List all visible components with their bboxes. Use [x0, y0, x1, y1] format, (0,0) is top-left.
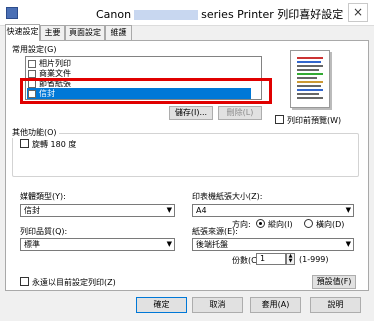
common-settings-label: 常用設定(G) [12, 45, 57, 54]
landscape-radio[interactable] [304, 219, 313, 228]
tab-quick-setup[interactable]: 快速設定 [5, 24, 40, 41]
apply-button[interactable]: 套用(A) [250, 297, 301, 313]
chevron-down-icon: ▼ [345, 206, 351, 214]
tab-page-setup[interactable]: 頁面設定 [65, 25, 105, 40]
copies-input[interactable]: 1 [256, 253, 286, 265]
paper-source-label: 紙張來源(E): [192, 227, 238, 236]
chevron-down-icon: ▼ [345, 240, 351, 248]
print-quality-label: 列印品質(Q): [20, 227, 68, 236]
media-type-select[interactable]: 信封 ▼ [20, 204, 175, 217]
portrait-label: 縱向(I) [268, 220, 293, 229]
help-button[interactable]: 說明 [310, 297, 361, 313]
close-button[interactable]: × [348, 3, 368, 22]
cancel-button[interactable]: 取消 [192, 297, 243, 313]
title-suffix: series Printer 列印喜好設定 [201, 8, 344, 21]
defaults-button[interactable]: 預設值(F) [312, 275, 356, 289]
document-icon [28, 69, 36, 78]
preview-checkbox-label: 列印前預覽(W) [287, 116, 342, 125]
landscape-label: 橫向(D) [316, 220, 345, 229]
copies-range: (1-999) [299, 255, 329, 264]
save-button[interactable]: 儲存(I)... [169, 106, 213, 120]
other-features-label: 其他功能(O) [12, 127, 59, 138]
delete-button[interactable]: 刪除(L) [218, 106, 262, 120]
spin-down-icon[interactable]: ▼ [287, 259, 294, 264]
printer-app-icon [6, 7, 18, 19]
paper-size-label: 印表機紙張大小(Z): [192, 192, 263, 201]
paper-preview-image [290, 50, 330, 108]
always-print-label: 永遠以目前設定列印(Z) [32, 278, 116, 287]
tab-maintenance[interactable]: 維護 [105, 25, 132, 40]
title-prefix: Canon [96, 8, 132, 21]
print-quality-select[interactable]: 標準 ▼ [20, 238, 175, 251]
highlight-box [20, 78, 272, 104]
photo-icon [28, 59, 36, 68]
rotate-180-label: 旋轉 180 度 [32, 140, 77, 149]
preview-checkbox[interactable] [275, 115, 284, 124]
portrait-radio[interactable] [256, 219, 265, 228]
window-title: Canon series Printer 列印喜好設定 [96, 6, 343, 22]
tab-main[interactable]: 主要 [40, 25, 65, 40]
redacted-model-name [134, 10, 199, 20]
close-icon: × [352, 5, 364, 19]
rotate-180-checkbox[interactable] [20, 139, 29, 148]
paper-size-select[interactable]: A4 ▼ [192, 204, 354, 217]
media-type-label: 媒體類型(Y): [20, 192, 66, 201]
ok-button[interactable]: 確定 [136, 297, 187, 313]
title-bar: Canon series Printer 列印喜好設定 × [0, 0, 374, 26]
chevron-down-icon: ▼ [166, 240, 172, 248]
paper-source-select[interactable]: 後端托盤 ▼ [192, 238, 354, 251]
chevron-down-icon: ▼ [166, 206, 172, 214]
copies-spinner[interactable]: ▲ ▼ [286, 253, 295, 265]
always-print-checkbox[interactable] [20, 277, 29, 286]
